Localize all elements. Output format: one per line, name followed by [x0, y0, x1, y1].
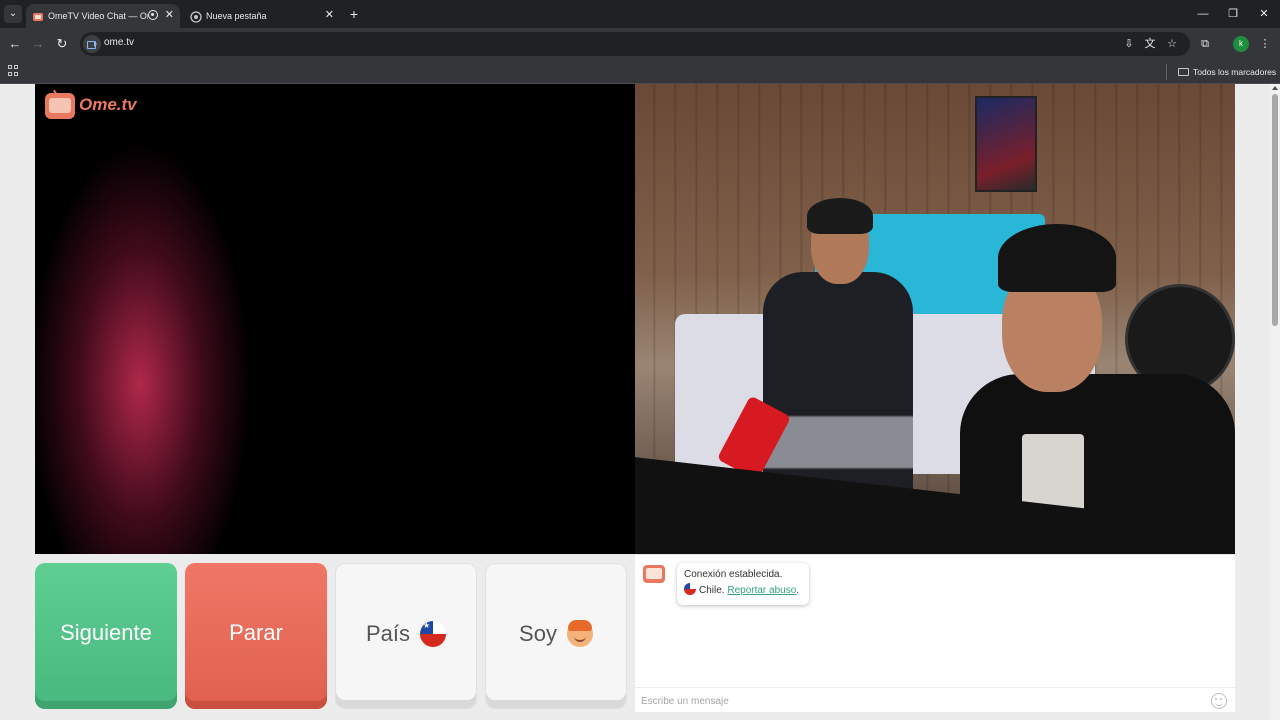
- stop-button-label: Parar: [229, 620, 283, 645]
- logo-text: Ome.tv: [79, 95, 137, 114]
- url-text: ome.tv: [104, 37, 135, 48]
- reload-icon[interactable]: ↻: [52, 34, 72, 54]
- chile-flag-icon: [684, 583, 696, 595]
- chat-input-bar: [635, 687, 1235, 713]
- gender-button-label: Soy: [519, 621, 557, 646]
- recording-indicator-icon: [148, 10, 158, 20]
- restore-window-icon[interactable]: ❐: [1218, 4, 1248, 24]
- partner-country-line: Chile. Reportar abuso.: [684, 583, 802, 599]
- close-tab-icon[interactable]: ✕: [165, 4, 174, 26]
- stop-button[interactable]: Parar: [185, 563, 327, 709]
- report-suffix: .: [796, 585, 800, 596]
- ometv-page: Ome.tv Siguiente Parar País Soy Conexión…: [0, 84, 1270, 720]
- local-video-feed: Ome.tv: [35, 84, 635, 554]
- gender-button[interactable]: Soy: [485, 563, 627, 709]
- site-info-icon[interactable]: [83, 35, 101, 53]
- all-bookmarks-folder[interactable]: Todos los marcadores: [1178, 65, 1276, 79]
- ometv-favicon-icon: [32, 9, 44, 21]
- bookmarks-bar: Todos los marcadores: [0, 60, 1280, 84]
- bookmarks-divider: [1166, 64, 1167, 80]
- next-button-label: Siguiente: [60, 620, 152, 645]
- forward-arrow-icon[interactable]: →: [28, 34, 48, 54]
- browser-toolbar: ← → ↻ ome.tv ⇩ 文 ☆ ⧉ ⋮: [0, 28, 1280, 60]
- video-poster: [975, 96, 1037, 192]
- address-bar[interactable]: ome.tv: [80, 32, 1190, 56]
- minimize-window-icon[interactable]: —: [1188, 4, 1218, 24]
- system-message: Conexión establecida. Chile. Reportar ab…: [677, 563, 809, 605]
- browser-tab-bar: ⌄ OmeTV Video Chat — Ome ✕ Nueva pestaña…: [0, 0, 1280, 28]
- apps-grid-icon[interactable]: [8, 65, 20, 77]
- install-app-icon[interactable]: ⇩: [1122, 37, 1136, 51]
- bookmark-star-icon[interactable]: ☆: [1165, 37, 1179, 51]
- boy-avatar-icon: [566, 620, 593, 647]
- tab-new-tab[interactable]: Nueva pestaña ✕: [184, 4, 340, 28]
- chile-flag-icon: [420, 621, 447, 647]
- message-input[interactable]: [641, 692, 1201, 710]
- all-bookmarks-label: Todos los marcadores: [1193, 67, 1277, 77]
- profile-avatar[interactable]: k: [1233, 36, 1249, 52]
- page-scrollbar[interactable]: [1270, 84, 1280, 720]
- tab-title: OmeTV Video Chat — Ome: [48, 11, 148, 21]
- remote-video-feed: [635, 84, 1235, 554]
- translate-icon[interactable]: 文: [1143, 37, 1157, 51]
- connection-status-text: Conexión establecida.: [684, 569, 783, 580]
- folder-icon: [1178, 68, 1189, 76]
- country-button[interactable]: País: [335, 563, 477, 709]
- close-window-icon[interactable]: ✕: [1249, 4, 1279, 24]
- chrome-favicon-icon: [190, 9, 202, 23]
- back-arrow-icon[interactable]: ←: [5, 34, 25, 54]
- next-button[interactable]: Siguiente: [35, 563, 177, 709]
- new-tab-plus-icon[interactable]: +: [346, 5, 362, 23]
- scrollbar-thumb[interactable]: [1272, 94, 1278, 326]
- tab-ometv[interactable]: OmeTV Video Chat — Ome ✕: [26, 4, 180, 28]
- more-menu-icon[interactable]: ⋮: [1258, 37, 1272, 51]
- chat-panel: Conexión establecida. Chile. Reportar ab…: [635, 554, 1235, 712]
- emoji-smiley-icon[interactable]: [1211, 693, 1227, 709]
- extensions-puzzle-icon[interactable]: ⧉: [1198, 37, 1212, 51]
- partner-country-text: Chile.: [699, 585, 725, 596]
- close-tab-icon[interactable]: ✕: [325, 4, 334, 26]
- scroll-up-arrow-icon[interactable]: [1272, 86, 1278, 90]
- report-abuse-link[interactable]: Reportar abuso: [727, 585, 796, 596]
- tab-search-chevron-icon[interactable]: ⌄: [4, 5, 22, 23]
- tv-logo-icon: [45, 93, 75, 119]
- tab-title: Nueva pestaña: [206, 11, 267, 21]
- country-button-label: País: [365, 621, 411, 646]
- ometv-chat-logo-icon: [643, 565, 665, 583]
